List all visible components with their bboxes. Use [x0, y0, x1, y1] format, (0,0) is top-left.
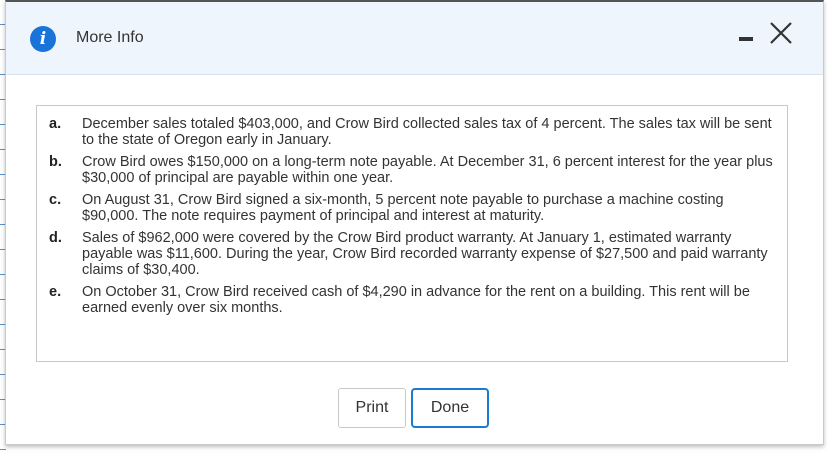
list-item: c. On August 31, Crow Bird signed a six-…: [49, 192, 773, 224]
minimize-icon[interactable]: [739, 37, 753, 41]
item-text: Sales of $962,000 were covered by the Cr…: [82, 230, 768, 278]
info-content-box: a. December sales totaled $403,000, and …: [36, 105, 788, 362]
list-item: a. December sales totaled $403,000, and …: [49, 116, 773, 148]
item-text: On August 31, Crow Bird signed a six-mon…: [82, 192, 724, 224]
dialog-header: i More Info: [6, 2, 823, 75]
print-button[interactable]: Print: [338, 388, 406, 428]
item-letter: c.: [49, 192, 62, 208]
info-icon: i: [30, 26, 56, 52]
list-item: d. Sales of $962,000 were covered by the…: [49, 230, 773, 278]
item-text: December sales totaled $403,000, and Cro…: [82, 116, 772, 148]
item-letter: d.: [49, 230, 62, 246]
item-text: Crow Bird owes $150,000 on a long-term n…: [82, 154, 773, 186]
done-button[interactable]: Done: [411, 388, 489, 428]
close-icon[interactable]: [768, 20, 794, 46]
item-letter: e.: [49, 284, 62, 300]
more-info-dialog: i More Info a. December sales totaled $4…: [5, 0, 824, 445]
item-letter: a.: [49, 116, 62, 132]
list-item: b. Crow Bird owes $150,000 on a long-ter…: [49, 154, 773, 186]
list-item: e. On October 31, Crow Bird received cas…: [49, 284, 773, 316]
item-text: On October 31, Crow Bird received cash o…: [82, 284, 750, 316]
item-letter: b.: [49, 154, 62, 170]
dialog-title: More Info: [76, 29, 144, 46]
